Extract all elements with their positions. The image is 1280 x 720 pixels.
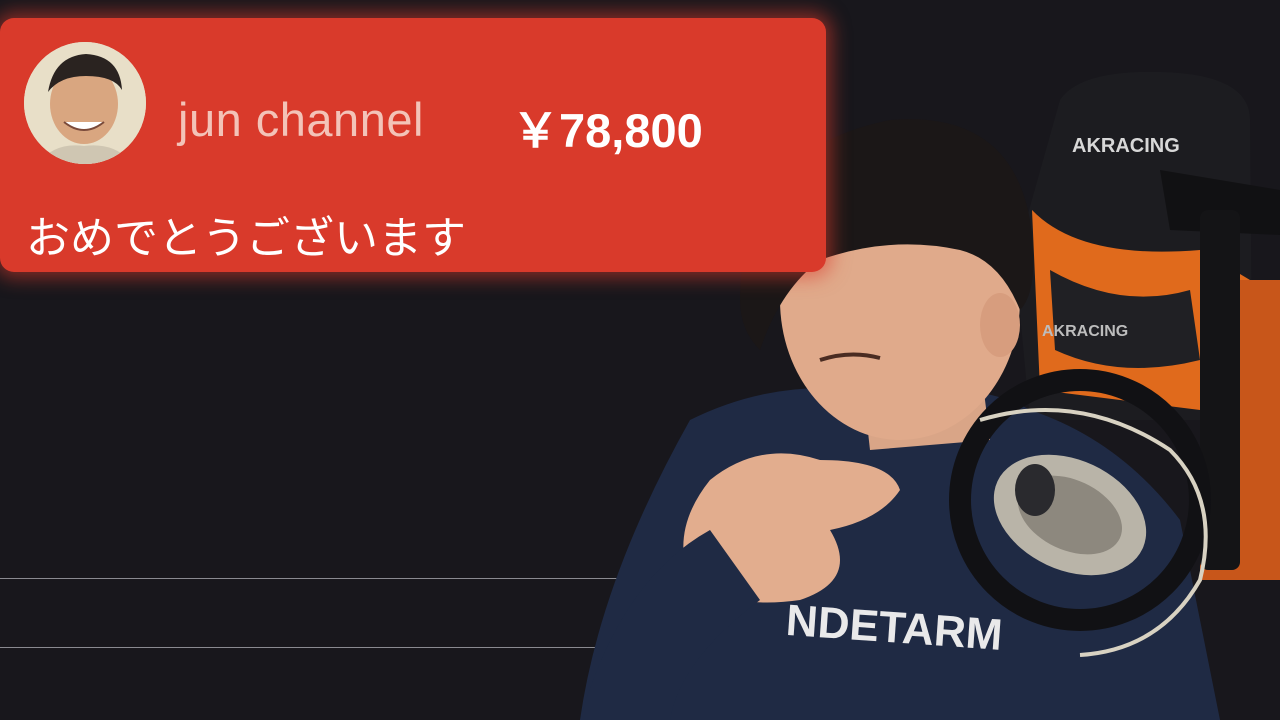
avatar-image: [24, 42, 146, 164]
chat-divider: [0, 647, 600, 648]
super-chat-amount: ￥78,800: [512, 104, 703, 157]
person-avatar-icon: [24, 42, 146, 164]
super-chat-author: jun channel: [178, 93, 424, 146]
chair-logo-bottom: AKRACING: [1042, 323, 1128, 340]
microphone-end: [1015, 464, 1055, 516]
super-chat-card: jun channel ￥78,800 おめでとうございます: [0, 18, 826, 272]
ear: [980, 293, 1020, 357]
chat-divider: [0, 578, 640, 579]
chair-logo-top: AKRACING: [1072, 135, 1180, 157]
super-chat-message: おめでとうございます: [26, 213, 466, 264]
stream-frame: AKRACING AKRACING NDETARM jun channel ￥7…: [0, 0, 1280, 720]
